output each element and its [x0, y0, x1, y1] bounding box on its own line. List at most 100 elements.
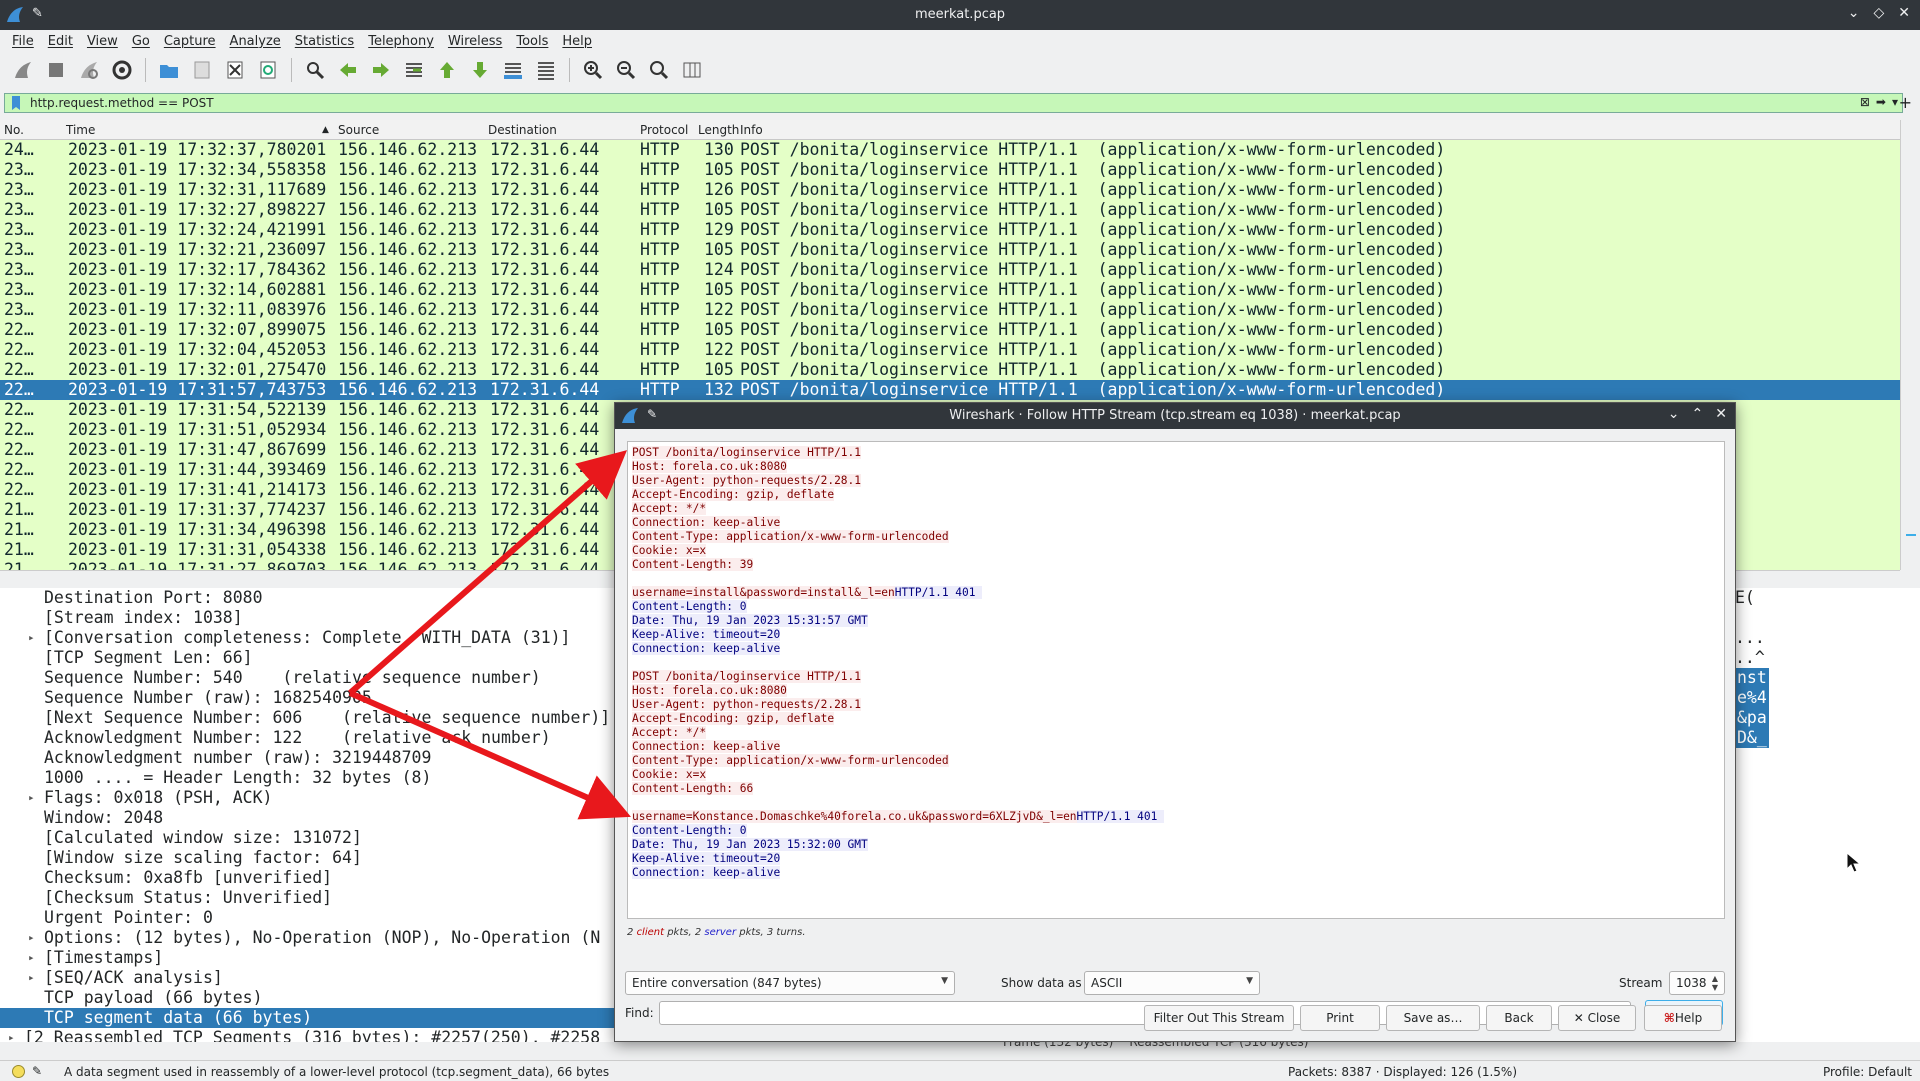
packet-cell-no: 23…	[4, 200, 34, 219]
clear-filter-icon[interactable]: ⊠	[1860, 95, 1870, 109]
close-file-icon[interactable]	[222, 57, 248, 83]
col-source[interactable]: Source	[338, 123, 379, 137]
conversation-select[interactable]: Entire conversation (847 bytes) ▼	[625, 971, 955, 995]
colorize-icon[interactable]	[533, 57, 559, 83]
close-icon[interactable]: ✕	[1898, 5, 1910, 21]
expand-arrow-icon[interactable]: ▸	[28, 631, 35, 644]
packet-list-scrollbar[interactable]	[1900, 120, 1920, 570]
packet-row[interactable]: 23… 2023-01-19 17:32:21,236097 156.146.62.…	[0, 240, 1900, 260]
apply-filter-arrow-icon[interactable]: ➡	[1876, 95, 1886, 109]
filter-history-chevron-down-icon[interactable]: ▾	[1892, 95, 1898, 109]
packet-row[interactable]: 23… 2023-01-19 17:32:31,117689 156.146.62.…	[0, 180, 1900, 200]
col-protocol[interactable]: Protocol	[640, 123, 688, 137]
hex-ascii-row[interactable]: ..^	[1735, 648, 1765, 668]
save-file-icon[interactable]	[189, 57, 215, 83]
packet-row[interactable]: 22… 2023-01-19 17:32:07,899075 156.146.62.…	[0, 320, 1900, 340]
packet-cell-proto: HTTP	[640, 180, 680, 199]
expand-arrow-icon[interactable]: ▸	[28, 971, 35, 984]
capture-options-gear-icon[interactable]	[109, 57, 135, 83]
menu-tools[interactable]: Tools	[516, 34, 548, 49]
menu-edit[interactable]: Edit	[48, 34, 73, 49]
zoom-in-icon[interactable]	[580, 57, 606, 83]
packet-row[interactable]: 22… 2023-01-19 17:32:04,452053 156.146.62.…	[0, 340, 1900, 360]
zoom-normal-icon[interactable]	[646, 57, 672, 83]
packet-row[interactable]: 22… 2023-01-19 17:31:57,743753 156.146.62.…	[0, 380, 1900, 400]
maximize-icon[interactable]: ⌃	[1692, 406, 1704, 422]
autoscroll-icon[interactable]	[500, 57, 526, 83]
close-icon[interactable]: ✕	[1715, 406, 1727, 422]
hex-ascii-row[interactable]: ...	[1735, 628, 1765, 648]
help-button[interactable]: ⌘Help	[1644, 1005, 1722, 1031]
expand-arrow-icon[interactable]: ▸	[28, 791, 35, 804]
go-back-arrow-icon[interactable]	[335, 57, 361, 83]
hex-ascii-row[interactable]: D&_	[1735, 728, 1769, 748]
packet-row[interactable]: 23… 2023-01-19 17:32:17,784362 156.146.62.…	[0, 260, 1900, 280]
expand-arrow-icon[interactable]: ▸	[8, 1031, 15, 1042]
go-forward-arrow-icon[interactable]	[368, 57, 394, 83]
client-text: Content-Type: application/x-www-form-url…	[632, 530, 949, 543]
resize-columns-icon[interactable]	[679, 57, 705, 83]
go-last-packet-icon[interactable]	[467, 57, 493, 83]
hex-ascii-row[interactable]: e%4	[1735, 688, 1769, 708]
packet-row[interactable]: 23… 2023-01-19 17:32:14,602881 156.146.62.…	[0, 280, 1900, 300]
zoom-out-icon[interactable]	[613, 57, 639, 83]
close-button[interactable]: ✕ Close	[1558, 1005, 1636, 1031]
col-info[interactable]: Info	[740, 123, 763, 137]
expert-info-led-icon[interactable]	[12, 1065, 25, 1078]
print-button[interactable]: Print	[1300, 1005, 1380, 1031]
packet-row[interactable]: 23… 2023-01-19 17:32:34,558358 156.146.62.…	[0, 160, 1900, 180]
go-first-packet-icon[interactable]	[434, 57, 460, 83]
bookmark-icon[interactable]	[8, 95, 24, 111]
save-as-button[interactable]: Save as…	[1386, 1005, 1480, 1031]
col-time[interactable]: Time	[66, 123, 95, 137]
stop-capture-icon[interactable]	[43, 57, 69, 83]
packet-row[interactable]: 23… 2023-01-19 17:32:27,898227 156.146.62.…	[0, 200, 1900, 220]
reload-file-icon[interactable]	[255, 57, 281, 83]
col-destination[interactable]: Destination	[488, 123, 557, 137]
menu-analyze[interactable]: Analyze	[230, 34, 281, 49]
stream-content[interactable]: POST /bonita/loginservice HTTP/1.1 Host: …	[627, 441, 1725, 919]
menu-help[interactable]: Help	[562, 34, 592, 49]
expand-arrow-icon[interactable]: ▸	[28, 931, 35, 944]
client-text: User-Agent: python-requests/2.28.1	[632, 474, 862, 487]
filter-out-stream-button[interactable]: Filter Out This Stream	[1144, 1005, 1294, 1031]
go-to-packet-icon[interactable]	[401, 57, 427, 83]
menu-statistics[interactable]: Statistics	[295, 34, 354, 49]
menu-telephony[interactable]: Telephony	[368, 34, 434, 49]
packet-cell-no: 23…	[4, 300, 34, 319]
back-button[interactable]: Back	[1486, 1005, 1552, 1031]
col-no[interactable]: No.	[4, 123, 24, 137]
find-packet-search-icon[interactable]	[302, 57, 328, 83]
hex-ascii-row[interactable]: E(	[1735, 588, 1755, 608]
show-data-as-select[interactable]: ASCII ▼	[1084, 971, 1260, 995]
hex-ascii-row[interactable]: &pa	[1735, 708, 1769, 728]
detail-text: [2 Reassembled TCP Segments (316 bytes):…	[24, 1028, 601, 1042]
client-text: User-Agent: python-requests/2.28.1	[632, 698, 862, 711]
menu-capture[interactable]: Capture	[164, 34, 216, 49]
detail-tree-item[interactable]: TCP segment data (66 bytes)	[0, 1008, 620, 1028]
menu-file[interactable]: File	[12, 34, 34, 49]
edit-comment-pencil-icon[interactable]: ✎	[32, 1064, 42, 1078]
restart-capture-icon[interactable]	[76, 57, 102, 83]
menu-go[interactable]: Go	[132, 34, 150, 49]
expand-arrow-icon[interactable]: ▸	[28, 951, 35, 964]
display-filter-input[interactable]: http.request.method == POST	[30, 96, 214, 110]
profile-indicator[interactable]: Profile: Default	[1823, 1065, 1912, 1079]
menu-wireless[interactable]: Wireless	[448, 34, 502, 49]
packet-row[interactable]: 23… 2023-01-19 17:32:11,083976 156.146.62.…	[0, 300, 1900, 320]
stream-number-spinbox[interactable]: 1038 ▲ ▼	[1669, 971, 1725, 995]
open-folder-icon[interactable]	[156, 57, 182, 83]
find-label: Find:	[625, 1006, 654, 1020]
start-capture-fin-icon[interactable]	[10, 57, 36, 83]
hex-ascii-row[interactable]: nst	[1735, 668, 1769, 688]
minimize-icon[interactable]: ⌄	[1848, 5, 1860, 21]
packet-row[interactable]: 23… 2023-01-19 17:32:24,421991 156.146.62.…	[0, 220, 1900, 240]
minimize-icon[interactable]: ⌄	[1668, 406, 1680, 422]
add-filter-button-plus-icon[interactable]: +	[1899, 93, 1912, 112]
menu-view[interactable]: View	[87, 34, 118, 49]
packet-row[interactable]: 24… 2023-01-19 17:32:37,780201 156.146.62.…	[0, 140, 1900, 160]
col-length[interactable]: Length	[698, 123, 739, 137]
keep-above-icon[interactable]: ◇	[1873, 5, 1884, 21]
packet-row[interactable]: 22… 2023-01-19 17:32:01,275470 156.146.62.…	[0, 360, 1900, 380]
spin-arrows-icon[interactable]: ▲ ▼	[1712, 974, 1718, 992]
